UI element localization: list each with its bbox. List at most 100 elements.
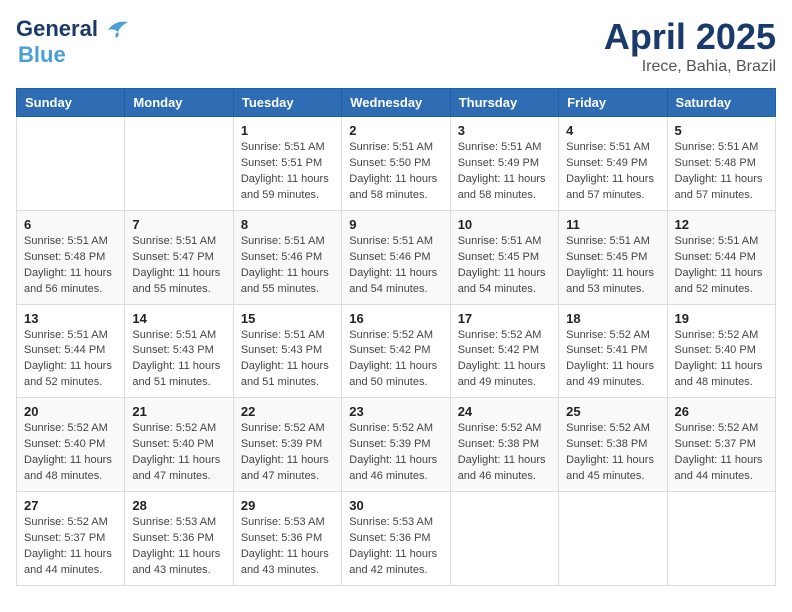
day-info: Sunrise: 5:52 AM Sunset: 5:38 PM Dayligh…: [566, 421, 659, 485]
calendar-table: SundayMondayTuesdayWednesdayThursdayFrid…: [16, 88, 776, 586]
week-row-1: 1 Sunrise: 5:51 AM Sunset: 5:51 PM Dayli…: [17, 117, 776, 211]
logo: General Blue: [16, 16, 130, 68]
calendar-cell: 7 Sunrise: 5:51 AM Sunset: 5:47 PM Dayli…: [125, 210, 233, 304]
daylight-label: Daylight: 11 hours and 49 minutes.: [566, 360, 654, 388]
calendar-cell: 14 Sunrise: 5:51 AM Sunset: 5:43 PM Dayl…: [125, 304, 233, 398]
sunrise-label: Sunrise: 5:51 AM: [349, 235, 433, 247]
sunrise-label: Sunrise: 5:51 AM: [566, 235, 650, 247]
week-row-2: 6 Sunrise: 5:51 AM Sunset: 5:48 PM Dayli…: [17, 210, 776, 304]
weekday-header-monday: Monday: [125, 89, 233, 117]
day-info: Sunrise: 5:52 AM Sunset: 5:39 PM Dayligh…: [241, 421, 334, 485]
calendar-cell: 28 Sunrise: 5:53 AM Sunset: 5:36 PM Dayl…: [125, 492, 233, 586]
day-number: 29: [241, 498, 334, 513]
day-number: 2: [349, 123, 442, 138]
daylight-label: Daylight: 11 hours and 52 minutes.: [24, 360, 112, 388]
week-row-3: 13 Sunrise: 5:51 AM Sunset: 5:44 PM Dayl…: [17, 304, 776, 398]
calendar-cell: 8 Sunrise: 5:51 AM Sunset: 5:46 PM Dayli…: [233, 210, 341, 304]
day-number: 4: [566, 123, 659, 138]
calendar-cell: [125, 117, 233, 211]
calendar-cell: 5 Sunrise: 5:51 AM Sunset: 5:48 PM Dayli…: [667, 117, 775, 211]
calendar-cell: 19 Sunrise: 5:52 AM Sunset: 5:40 PM Dayl…: [667, 304, 775, 398]
daylight-label: Daylight: 11 hours and 48 minutes.: [675, 360, 763, 388]
sunset-label: Sunset: 5:43 PM: [241, 344, 322, 356]
day-number: 24: [458, 404, 551, 419]
daylight-label: Daylight: 11 hours and 57 minutes.: [675, 173, 763, 201]
calendar-cell: 27 Sunrise: 5:52 AM Sunset: 5:37 PM Dayl…: [17, 492, 125, 586]
weekday-header-saturday: Saturday: [667, 89, 775, 117]
day-number: 11: [566, 217, 659, 232]
daylight-label: Daylight: 11 hours and 59 minutes.: [241, 173, 329, 201]
sunrise-label: Sunrise: 5:52 AM: [24, 516, 108, 528]
calendar-cell: 21 Sunrise: 5:52 AM Sunset: 5:40 PM Dayl…: [125, 398, 233, 492]
calendar-cell: 18 Sunrise: 5:52 AM Sunset: 5:41 PM Dayl…: [559, 304, 667, 398]
sunrise-label: Sunrise: 5:51 AM: [675, 235, 759, 247]
day-number: 14: [132, 311, 225, 326]
daylight-label: Daylight: 11 hours and 44 minutes.: [24, 548, 112, 576]
logo-blue: Blue: [18, 42, 66, 68]
sunrise-label: Sunrise: 5:51 AM: [132, 329, 216, 341]
calendar-cell: 16 Sunrise: 5:52 AM Sunset: 5:42 PM Dayl…: [342, 304, 450, 398]
sunrise-label: Sunrise: 5:52 AM: [566, 329, 650, 341]
weekday-header-friday: Friday: [559, 89, 667, 117]
daylight-label: Daylight: 11 hours and 53 minutes.: [566, 267, 654, 295]
sunset-label: Sunset: 5:40 PM: [675, 344, 756, 356]
sunrise-label: Sunrise: 5:52 AM: [458, 329, 542, 341]
daylight-label: Daylight: 11 hours and 50 minutes.: [349, 360, 437, 388]
sunrise-label: Sunrise: 5:52 AM: [675, 422, 759, 434]
calendar-cell: 6 Sunrise: 5:51 AM Sunset: 5:48 PM Dayli…: [17, 210, 125, 304]
calendar-cell: 4 Sunrise: 5:51 AM Sunset: 5:49 PM Dayli…: [559, 117, 667, 211]
daylight-label: Daylight: 11 hours and 56 minutes.: [24, 267, 112, 295]
sunrise-label: Sunrise: 5:52 AM: [349, 422, 433, 434]
sunset-label: Sunset: 5:41 PM: [566, 344, 647, 356]
day-number: 27: [24, 498, 117, 513]
sunrise-label: Sunrise: 5:51 AM: [24, 329, 108, 341]
daylight-label: Daylight: 11 hours and 44 minutes.: [675, 454, 763, 482]
sunrise-label: Sunrise: 5:52 AM: [24, 422, 108, 434]
daylight-label: Daylight: 11 hours and 48 minutes.: [24, 454, 112, 482]
sunset-label: Sunset: 5:45 PM: [458, 251, 539, 263]
calendar-cell: 11 Sunrise: 5:51 AM Sunset: 5:45 PM Dayl…: [559, 210, 667, 304]
week-row-4: 20 Sunrise: 5:52 AM Sunset: 5:40 PM Dayl…: [17, 398, 776, 492]
day-info: Sunrise: 5:51 AM Sunset: 5:51 PM Dayligh…: [241, 140, 334, 204]
logo-bird-icon: [100, 18, 130, 40]
calendar-cell: 10 Sunrise: 5:51 AM Sunset: 5:45 PM Dayl…: [450, 210, 558, 304]
sunrise-label: Sunrise: 5:52 AM: [349, 329, 433, 341]
day-info: Sunrise: 5:52 AM Sunset: 5:39 PM Dayligh…: [349, 421, 442, 485]
location: Irece, Bahia, Brazil: [604, 58, 776, 76]
day-info: Sunrise: 5:52 AM Sunset: 5:40 PM Dayligh…: [132, 421, 225, 485]
sunset-label: Sunset: 5:40 PM: [132, 438, 213, 450]
sunset-label: Sunset: 5:37 PM: [675, 438, 756, 450]
day-number: 1: [241, 123, 334, 138]
day-number: 3: [458, 123, 551, 138]
calendar-cell: 15 Sunrise: 5:51 AM Sunset: 5:43 PM Dayl…: [233, 304, 341, 398]
sunset-label: Sunset: 5:46 PM: [241, 251, 322, 263]
logo-general: General: [16, 16, 98, 42]
day-info: Sunrise: 5:52 AM Sunset: 5:42 PM Dayligh…: [349, 328, 442, 392]
calendar-cell: [450, 492, 558, 586]
sunset-label: Sunset: 5:49 PM: [458, 157, 539, 169]
day-info: Sunrise: 5:52 AM Sunset: 5:37 PM Dayligh…: [675, 421, 768, 485]
month-title: April 2025: [604, 16, 776, 58]
calendar-cell: [559, 492, 667, 586]
day-number: 28: [132, 498, 225, 513]
weekday-header-thursday: Thursday: [450, 89, 558, 117]
calendar-cell: 23 Sunrise: 5:52 AM Sunset: 5:39 PM Dayl…: [342, 398, 450, 492]
sunrise-label: Sunrise: 5:52 AM: [241, 422, 325, 434]
day-number: 20: [24, 404, 117, 419]
day-number: 15: [241, 311, 334, 326]
daylight-label: Daylight: 11 hours and 52 minutes.: [675, 267, 763, 295]
day-number: 13: [24, 311, 117, 326]
daylight-label: Daylight: 11 hours and 54 minutes.: [458, 267, 546, 295]
sunset-label: Sunset: 5:49 PM: [566, 157, 647, 169]
calendar-cell: [667, 492, 775, 586]
weekday-header-wednesday: Wednesday: [342, 89, 450, 117]
sunset-label: Sunset: 5:51 PM: [241, 157, 322, 169]
sunset-label: Sunset: 5:44 PM: [24, 344, 105, 356]
day-info: Sunrise: 5:52 AM Sunset: 5:38 PM Dayligh…: [458, 421, 551, 485]
weekday-header-tuesday: Tuesday: [233, 89, 341, 117]
calendar-cell: 29 Sunrise: 5:53 AM Sunset: 5:36 PM Dayl…: [233, 492, 341, 586]
sunset-label: Sunset: 5:42 PM: [458, 344, 539, 356]
calendar-cell: 20 Sunrise: 5:52 AM Sunset: 5:40 PM Dayl…: [17, 398, 125, 492]
day-info: Sunrise: 5:51 AM Sunset: 5:49 PM Dayligh…: [566, 140, 659, 204]
calendar-cell: 25 Sunrise: 5:52 AM Sunset: 5:38 PM Dayl…: [559, 398, 667, 492]
